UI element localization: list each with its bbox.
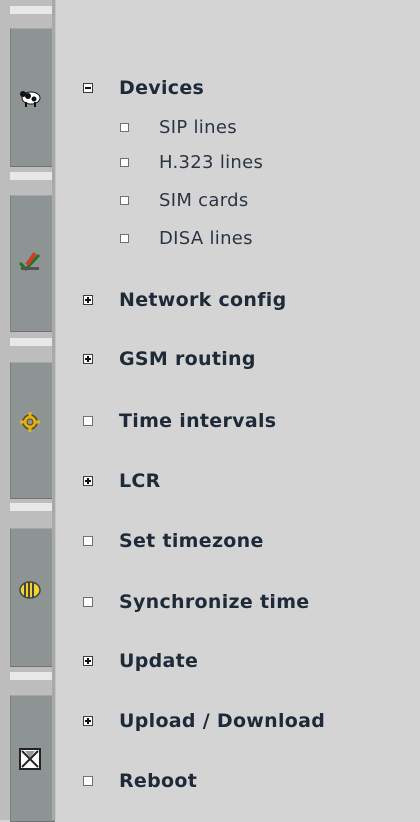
tree-item-label: Network config [119, 289, 287, 311]
nav-tree: Devices SIP lines H.323 lines SIM cards … [0, 0, 420, 820]
tree-item-gsm-routing[interactable]: GSM routing [83, 347, 256, 371]
tree-item-label: Time intervals [119, 410, 277, 432]
tree-item-label: Devices [119, 77, 205, 99]
tree-item-label: Synchronize time [119, 591, 310, 613]
tree-item-time-intervals[interactable]: Time intervals [83, 409, 276, 433]
leaf-bullet-icon [83, 536, 93, 546]
tree-subitem-sim-cards[interactable]: SIM cards [120, 189, 249, 211]
leaf-bullet-icon [120, 157, 129, 167]
expand-icon[interactable] [83, 476, 93, 486]
expand-icon[interactable] [83, 716, 93, 726]
tree-item-synchronize-time[interactable]: Synchronize time [83, 590, 310, 614]
tree-item-upload-download[interactable]: Upload / Download [83, 709, 325, 733]
tree-item-label: GSM routing [119, 348, 256, 370]
tree-item-label: Upload / Download [119, 710, 326, 732]
tree-subitem-label: SIP lines [159, 116, 237, 138]
tree-item-devices[interactable]: Devices [83, 76, 204, 100]
tree-item-label: LCR [119, 470, 161, 492]
expand-icon[interactable] [83, 295, 93, 305]
tree-item-network-config[interactable]: Network config [83, 288, 287, 312]
tree-subitem-sip-lines[interactable]: SIP lines [120, 116, 237, 138]
tree-item-reboot[interactable]: Reboot [83, 769, 197, 793]
tree-item-label: Reboot [119, 770, 198, 792]
expand-icon[interactable] [83, 656, 93, 666]
leaf-bullet-icon [83, 416, 93, 426]
leaf-bullet-icon [120, 195, 129, 205]
tree-subitem-label: DISA lines [159, 227, 253, 249]
tree-subitem-label: SIM cards [159, 189, 249, 211]
collapse-icon[interactable] [83, 83, 93, 93]
tree-item-label: Update [119, 650, 199, 672]
tree-item-lcr[interactable]: LCR [83, 469, 161, 493]
expand-icon[interactable] [83, 354, 93, 364]
tree-item-label: Set timezone [119, 530, 264, 552]
leaf-bullet-icon [83, 776, 93, 786]
tree-item-update[interactable]: Update [83, 649, 198, 673]
leaf-bullet-icon [120, 122, 129, 132]
tree-subitem-h323-lines[interactable]: H.323 lines [120, 151, 263, 173]
leaf-bullet-icon [120, 233, 129, 243]
tree-subitem-disa-lines[interactable]: DISA lines [120, 227, 253, 249]
tree-item-set-timezone[interactable]: Set timezone [83, 529, 264, 553]
leaf-bullet-icon [83, 597, 93, 607]
tree-subitem-label: H.323 lines [159, 151, 264, 173]
